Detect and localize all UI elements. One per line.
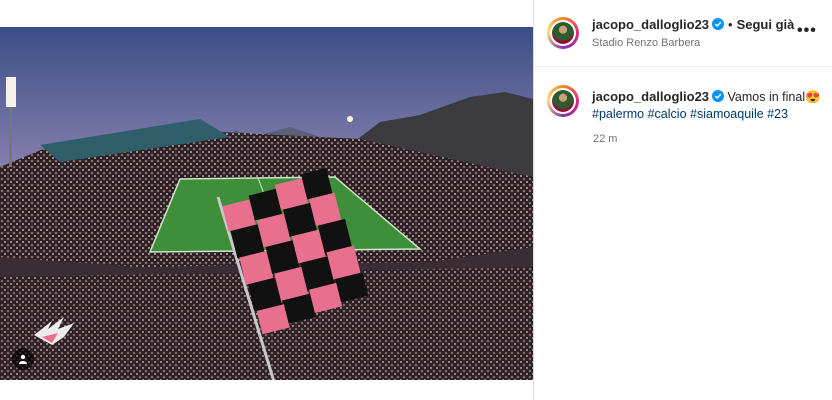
verified-badge-icon [712, 18, 725, 30]
comment-timestamp: 22 m [593, 133, 618, 145]
hashtag-link[interactable]: #23 [767, 107, 788, 121]
comment-avatar[interactable] [547, 85, 579, 117]
caption: jacopo_dalloglio23 Vamos in final😍 #pale… [592, 88, 822, 123]
hashtags: #palermo #calcio #siamoaquile #23 [592, 107, 788, 121]
caption-text: Vamos in final😍 [727, 90, 821, 104]
post-header: jacopo_dalloglio23 • Segui già Stadio Ren… [534, 0, 832, 67]
hashtag-link[interactable]: #palermo [592, 107, 644, 121]
media-pane [0, 0, 533, 400]
post-photo[interactable] [0, 27, 533, 380]
avatar[interactable] [547, 17, 579, 49]
post-details: jacopo_dalloglio23 • Segui già Stadio Ren… [533, 0, 832, 400]
stadium-photo [0, 27, 533, 380]
user-tag-icon[interactable] [12, 348, 34, 370]
separator-dot: • [728, 17, 733, 32]
location-link[interactable]: Stadio Renzo Barbera [592, 37, 700, 49]
hashtag-link[interactable]: #calcio [648, 107, 687, 121]
username-link[interactable]: jacopo_dalloglio23 [592, 17, 709, 32]
caption-username[interactable]: jacopo_dalloglio23 [592, 89, 709, 104]
more-options-icon[interactable]: ••• [797, 22, 817, 40]
header-line: jacopo_dalloglio23 • Segui già [592, 17, 794, 32]
hashtag-link[interactable]: #siamoaquile [690, 107, 764, 121]
following-button[interactable]: Segui già [737, 17, 795, 32]
verified-badge-icon [712, 90, 725, 102]
